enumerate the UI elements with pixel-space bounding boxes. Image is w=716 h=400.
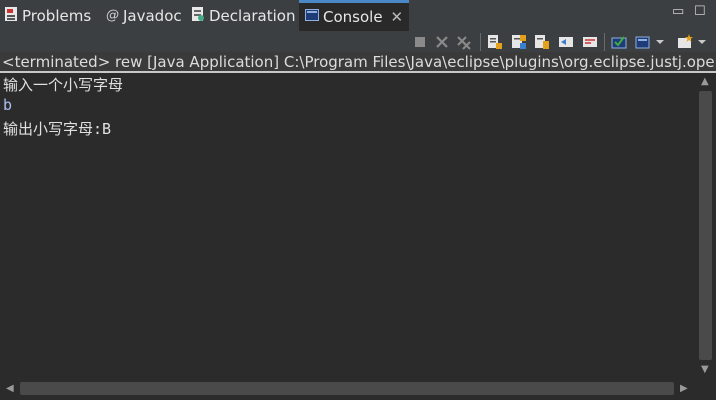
console-line-input: b bbox=[3, 96, 13, 114]
pin-console-icon[interactable] bbox=[534, 34, 550, 50]
open-console-icon[interactable] bbox=[635, 34, 651, 50]
word-wrap-icon[interactable] bbox=[582, 34, 598, 50]
view-tab-bar: Problems @ Javadoc Declaration Console ✕… bbox=[0, 0, 716, 31]
eclipse-console-view: Problems @ Javadoc Declaration Console ✕… bbox=[0, 0, 716, 400]
scroll-right-arrow-icon[interactable]: ▶ bbox=[680, 383, 688, 394]
tab-javadoc[interactable]: @ Javadoc bbox=[106, 0, 182, 31]
vertical-scroll-thumb[interactable] bbox=[699, 91, 712, 360]
show-console-stdout-icon[interactable] bbox=[487, 34, 503, 50]
javadoc-icon: @ bbox=[106, 8, 119, 23]
close-icon[interactable]: ✕ bbox=[391, 8, 404, 26]
tab-label: Declaration bbox=[209, 6, 296, 25]
console-header: <terminated> rew [Java Application] C:\P… bbox=[0, 52, 716, 73]
scroll-lock-icon[interactable] bbox=[558, 34, 574, 50]
new-console-icon[interactable] bbox=[677, 34, 693, 50]
console-toolbar bbox=[0, 31, 716, 52]
remove-all-terminated-icon[interactable] bbox=[456, 34, 472, 50]
scrollbar-corner bbox=[696, 378, 716, 400]
toolbar-separator bbox=[480, 33, 481, 51]
show-console-stderr-icon[interactable] bbox=[511, 34, 527, 50]
declaration-icon bbox=[191, 6, 205, 26]
console-process-description: <terminated> rew [Java Application] C:\P… bbox=[2, 53, 716, 71]
chevron-down-icon[interactable] bbox=[655, 34, 665, 50]
tab-console[interactable]: Console ✕ bbox=[299, 0, 410, 31]
scroll-up-arrow-icon[interactable]: ▲ bbox=[701, 76, 709, 87]
terminate-icon[interactable] bbox=[412, 34, 428, 50]
tab-declaration[interactable]: Declaration bbox=[191, 0, 295, 31]
tab-label: Javadoc bbox=[123, 6, 182, 25]
scroll-down-arrow-icon[interactable]: ▼ bbox=[701, 364, 709, 375]
console-icon bbox=[305, 8, 319, 26]
console-output-area[interactable]: 输入一个小写字母 b 输出小写字母:B bbox=[0, 73, 696, 378]
vertical-scrollbar[interactable]: ▲ ▼ bbox=[696, 73, 716, 378]
scroll-left-arrow-icon[interactable]: ◀ bbox=[6, 383, 14, 394]
maximize-icon[interactable]: ☐ bbox=[694, 4, 706, 19]
toolbar-separator bbox=[604, 33, 605, 51]
tab-problems[interactable]: Problems bbox=[4, 0, 91, 31]
chevron-down-icon[interactable] bbox=[697, 34, 707, 50]
console-line: 输入一个小写字母 bbox=[3, 76, 124, 94]
display-selected-console-icon[interactable] bbox=[611, 34, 627, 50]
remove-launch-icon[interactable] bbox=[434, 34, 450, 50]
tab-label: Console bbox=[323, 8, 383, 26]
problems-icon bbox=[4, 6, 18, 26]
minimize-icon[interactable]: ▭ bbox=[672, 4, 684, 19]
horizontal-scrollbar[interactable]: ◀ ▶ bbox=[0, 378, 696, 400]
tab-label: Problems bbox=[22, 6, 92, 25]
console-line: 输出小写字母:B bbox=[3, 120, 112, 138]
horizontal-scroll-thumb[interactable] bbox=[20, 382, 674, 395]
